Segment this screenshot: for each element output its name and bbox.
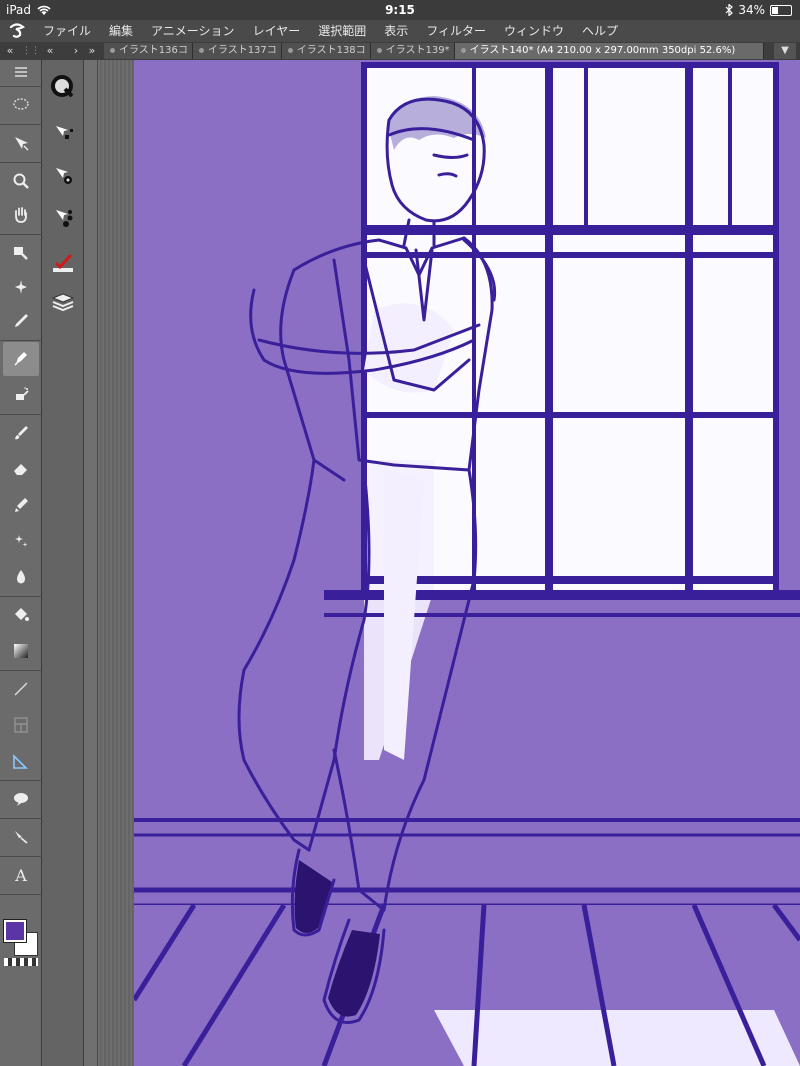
menu-window[interactable]: ウィンドウ <box>495 20 573 42</box>
menu-view[interactable]: 表示 <box>375 20 417 42</box>
brush-icon[interactable] <box>3 416 39 450</box>
auto-select-icon[interactable] <box>3 270 39 304</box>
eraser-icon[interactable] <box>3 452 39 486</box>
menu-edit[interactable]: 編集 <box>100 20 142 42</box>
status-bar: iPad 9:15 34% <box>0 0 800 20</box>
battery-icon <box>770 4 792 16</box>
clock: 9:15 <box>385 3 415 17</box>
status-right: 34% <box>725 3 792 17</box>
tool-palette: A <box>0 60 42 1066</box>
eyedropper-icon[interactable] <box>3 304 39 338</box>
menu-bar: ファイル 編集 アニメーション レイヤー 選択範囲 表示 フィルター ウィンドウ… <box>0 20 800 42</box>
palette-menu-icon[interactable] <box>3 60 39 84</box>
canvas-artwork <box>134 60 800 1066</box>
panel-grip-icon[interactable]: ⋮⋮ <box>22 42 40 60</box>
main-color-swatch[interactable] <box>3 919 27 943</box>
decoration-icon[interactable] <box>3 524 39 558</box>
quick-access-icon[interactable] <box>48 72 78 102</box>
svg-text:A: A <box>14 866 27 885</box>
app-window: iPad 9:15 34% ファイル 編集 アニメーション レイヤー 選択範囲 … <box>0 0 800 1066</box>
tab-illust-137[interactable]: イラスト137コ <box>192 43 282 59</box>
tab-dot-icon <box>376 47 382 53</box>
tab-label: イラスト139* <box>385 45 450 56</box>
vertical-ruler[interactable] <box>84 60 98 1066</box>
transparent-color-swatch[interactable] <box>4 958 38 966</box>
battery-fill <box>772 6 778 14</box>
tab-illust-136[interactable]: イラスト136コ <box>104 43 193 59</box>
balloon-icon[interactable] <box>3 782 39 816</box>
tab-illust-138[interactable]: イラスト138コ <box>281 43 371 59</box>
drawing-canvas[interactable] <box>134 60 800 1066</box>
canvas-margin <box>98 60 134 1066</box>
command-bar <box>42 60 84 1066</box>
pen-icon[interactable] <box>3 342 39 376</box>
collapse-left-icon[interactable]: « <box>42 42 58 60</box>
tab-label: イラスト136コ <box>119 45 188 56</box>
battery-percent: 34% <box>738 3 765 17</box>
tab-illust-140[interactable]: イラスト140* (A4 210.00 x 297.00mm 350dpi 52… <box>454 43 764 59</box>
menu-filter[interactable]: フィルター <box>417 20 495 42</box>
menu-help[interactable]: ヘルプ <box>573 20 627 42</box>
expand-right-icon[interactable]: › <box>68 42 84 60</box>
document-tab-bar: « ⋮⋮ « › » イラスト136コ イラスト137コ イラスト138コ イラ… <box>0 42 800 60</box>
sub-tool-icon[interactable] <box>48 118 78 148</box>
app-logo-icon[interactable] <box>0 20 34 42</box>
airbrush-icon[interactable] <box>3 378 39 412</box>
ink-drop-icon[interactable] <box>3 560 39 594</box>
expand-right-icon[interactable]: » <box>84 42 100 60</box>
bluetooth-icon <box>725 4 734 16</box>
menu-file[interactable]: ファイル <box>34 20 100 42</box>
menu-selection[interactable]: 選択範囲 <box>309 20 375 42</box>
fill-icon[interactable] <box>3 598 39 632</box>
floor <box>134 903 800 1066</box>
frame-icon[interactable] <box>3 708 39 742</box>
eyedropper-icon[interactable] <box>3 236 39 270</box>
gradient-icon[interactable] <box>3 634 39 668</box>
zoom-icon[interactable] <box>3 164 39 198</box>
tab-dot-icon <box>198 47 204 53</box>
move-icon[interactable] <box>3 126 39 160</box>
brush-size-icon[interactable] <box>48 202 78 232</box>
ruler-icon[interactable] <box>3 744 39 778</box>
tab-label: イラスト140* (A4 210.00 x 297.00mm 350dpi 52… <box>469 45 736 56</box>
blend-icon[interactable] <box>3 488 39 522</box>
tab-dot-icon <box>287 47 293 53</box>
correct-line-icon[interactable] <box>3 820 39 854</box>
hand-icon[interactable] <box>3 198 39 232</box>
tab-dot-icon <box>110 47 115 53</box>
tab-list-dropdown-icon[interactable]: ▼ <box>774 43 796 59</box>
tool-property-icon[interactable] <box>48 160 78 190</box>
select-lasso-icon[interactable] <box>3 88 39 122</box>
tab-label: イラスト138コ <box>296 45 366 56</box>
tab-dot-icon <box>460 47 466 53</box>
collapse-left-icon[interactable]: « <box>2 42 18 60</box>
document-tabs: イラスト136コ イラスト137コ イラスト138コ イラスト139* イラスト… <box>104 43 764 60</box>
tab-illust-139[interactable]: イラスト139* <box>370 43 455 59</box>
line-icon[interactable] <box>3 672 39 706</box>
tab-label: イラスト137コ <box>207 45 277 56</box>
menu-animation[interactable]: アニメーション <box>142 20 244 42</box>
layer-icon[interactable] <box>48 288 78 318</box>
color-icon[interactable] <box>48 248 78 278</box>
menu-layer[interactable]: レイヤー <box>244 20 310 42</box>
text-icon[interactable]: A <box>3 858 39 892</box>
